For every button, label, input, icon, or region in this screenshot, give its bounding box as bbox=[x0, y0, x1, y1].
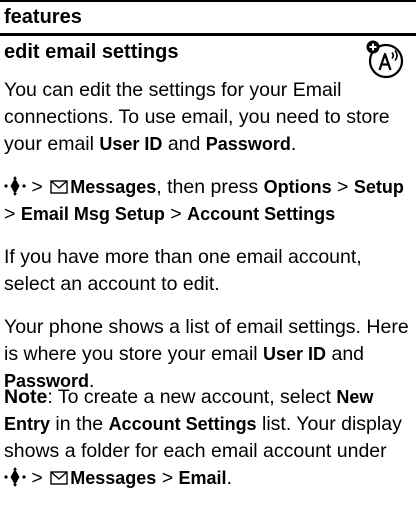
menu-account-settings: Account Settings bbox=[108, 414, 257, 434]
network-connection-icon bbox=[366, 40, 404, 79]
settings-list-paragraph: Your phone shows a list of email setting… bbox=[4, 314, 412, 395]
menu-messages: Messages bbox=[70, 177, 157, 197]
section-header: features bbox=[4, 6, 82, 28]
intro-paragraph: You can edit the settings for your Email… bbox=[4, 77, 412, 158]
page-title: edit email settings bbox=[4, 41, 179, 63]
menu-path-paragraph: > Messages, then press Options > Setup >… bbox=[4, 174, 412, 228]
envelope-icon bbox=[50, 471, 68, 485]
separator: > bbox=[331, 176, 354, 198]
separator: > bbox=[26, 176, 49, 198]
nav-key-icon bbox=[4, 467, 26, 487]
note-label: Note bbox=[4, 386, 48, 408]
password-term: Password bbox=[205, 134, 291, 154]
conjunction: and bbox=[326, 343, 365, 365]
conjunction: and bbox=[162, 133, 206, 155]
menu-messages: Messages bbox=[70, 468, 157, 488]
separator: > bbox=[164, 203, 188, 225]
note-text: : To create a new account, select bbox=[47, 386, 337, 408]
nav-key-icon bbox=[4, 176, 26, 196]
menu-options: Options bbox=[263, 177, 332, 197]
menu-email-msg-setup: Email Msg Setup bbox=[20, 204, 165, 224]
instruction-text: , then press bbox=[156, 176, 264, 198]
multiple-accounts-paragraph: If you have more than one email account,… bbox=[4, 246, 362, 295]
menu-account-settings: Account Settings bbox=[187, 204, 336, 224]
period: . bbox=[290, 133, 297, 155]
period: . bbox=[226, 467, 232, 489]
menu-setup: Setup bbox=[353, 177, 404, 197]
separator: > bbox=[156, 467, 179, 489]
separator: > bbox=[4, 203, 21, 225]
top-rule bbox=[0, 0, 416, 2]
menu-email: Email bbox=[178, 468, 227, 488]
separator: > bbox=[26, 467, 49, 489]
header-rule bbox=[0, 33, 416, 36]
note-text: in the bbox=[50, 413, 109, 435]
user-id-term: User ID bbox=[99, 134, 163, 154]
user-id-term: User ID bbox=[263, 344, 327, 364]
note-paragraph: Note: To create a new account, select Ne… bbox=[4, 384, 412, 492]
envelope-icon bbox=[50, 180, 68, 194]
